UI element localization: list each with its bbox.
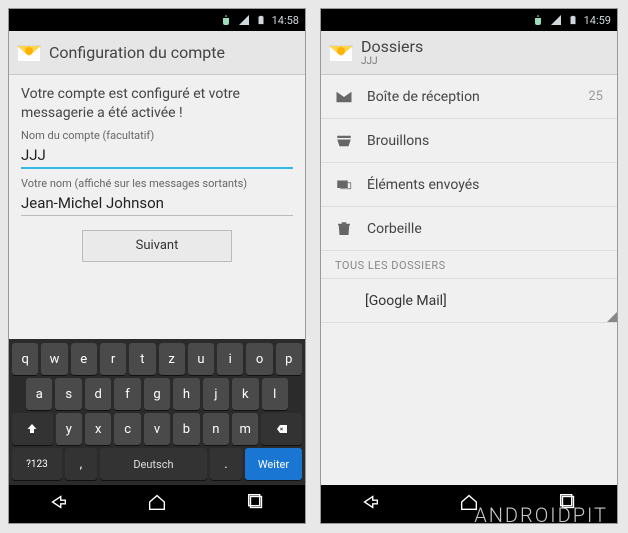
key-j[interactable]: j xyxy=(203,378,229,410)
expand-corner-icon xyxy=(607,312,617,322)
account-name-input[interactable] xyxy=(21,142,293,169)
inbox-count: 25 xyxy=(588,89,603,104)
folder-label: [Google Mail] xyxy=(365,293,447,309)
sent-icon xyxy=(335,176,353,194)
key-r[interactable]: r xyxy=(100,343,126,375)
key-h[interactable]: h xyxy=(173,378,199,410)
keyboard: qwertzuiop asdfghjkl yxcvbnm ?123 , Deut… xyxy=(9,339,305,485)
key-w[interactable]: w xyxy=(41,343,67,375)
key-p[interactable]: p xyxy=(276,343,302,375)
folder-label: Brouillons xyxy=(367,133,429,149)
folder-drafts[interactable]: Brouillons xyxy=(321,119,617,163)
key-x[interactable]: x xyxy=(85,413,111,445)
debug-icon xyxy=(532,14,544,26)
battery-icon xyxy=(568,13,578,27)
home-icon[interactable] xyxy=(146,491,168,517)
key-o[interactable]: o xyxy=(246,343,272,375)
nav-bar xyxy=(9,485,305,523)
key-e[interactable]: e xyxy=(71,343,97,375)
nav-bar xyxy=(321,485,617,523)
key-q[interactable]: q xyxy=(12,343,38,375)
key-c[interactable]: c xyxy=(114,413,140,445)
all-folders-header: TOUS LES DOSSIERS xyxy=(321,251,617,279)
trash-icon xyxy=(335,220,353,238)
status-bar: 14:59 xyxy=(321,9,617,31)
phone-right: 14:59 Dossiers JJJ Boîte de réception 25… xyxy=(320,8,618,524)
key-i[interactable]: i xyxy=(217,343,243,375)
app-bar: Configuration du compte xyxy=(9,31,305,75)
recents-icon[interactable] xyxy=(557,491,579,517)
next-button[interactable]: Suivant xyxy=(82,230,232,262)
app-title: Dossiers xyxy=(361,39,423,55)
app-subtitle: JJJ xyxy=(361,57,423,67)
key-y[interactable]: y xyxy=(56,413,82,445)
success-message: Votre compte est configuré et votre mess… xyxy=(21,85,293,123)
key-f[interactable]: f xyxy=(114,378,140,410)
folder-inbox[interactable]: Boîte de réception 25 xyxy=(321,75,617,119)
recents-icon[interactable] xyxy=(245,491,267,517)
key-k[interactable]: k xyxy=(232,378,258,410)
folder-list: Boîte de réception 25 Brouillons Élément… xyxy=(321,75,617,485)
folder-label: Boîte de réception xyxy=(367,89,480,105)
backspace-key[interactable] xyxy=(261,413,302,445)
signal-icon xyxy=(238,14,250,26)
app-bar: Dossiers JJJ xyxy=(321,31,617,75)
key-d[interactable]: d xyxy=(85,378,111,410)
comma-key[interactable]: , xyxy=(65,448,97,480)
key-z[interactable]: z xyxy=(159,343,185,375)
key-g[interactable]: g xyxy=(144,378,170,410)
shift-key[interactable] xyxy=(12,413,53,445)
key-l[interactable]: l xyxy=(262,378,288,410)
key-a[interactable]: a xyxy=(26,378,52,410)
status-bar: 14:58 xyxy=(9,9,305,31)
clock: 14:58 xyxy=(272,14,299,27)
display-name-input[interactable] xyxy=(21,190,293,216)
app-title: Configuration du compte xyxy=(49,45,225,61)
enter-key[interactable]: Weiter xyxy=(245,448,302,480)
drafts-icon xyxy=(335,132,353,150)
mail-icon xyxy=(329,44,353,62)
folder-trash[interactable]: Corbeille xyxy=(321,207,617,251)
folder-gmail[interactable]: [Google Mail] xyxy=(321,279,617,323)
key-u[interactable]: u xyxy=(188,343,214,375)
signal-icon xyxy=(550,14,562,26)
setup-content: Votre compte est configuré et votre mess… xyxy=(9,75,305,339)
clock: 14:59 xyxy=(584,14,611,27)
folder-label: Éléments envoyés xyxy=(367,177,479,193)
key-n[interactable]: n xyxy=(203,413,229,445)
battery-icon xyxy=(256,13,266,27)
key-m[interactable]: m xyxy=(232,413,258,445)
envelope-icon xyxy=(335,88,353,106)
debug-icon xyxy=(220,14,232,26)
home-icon[interactable] xyxy=(458,491,480,517)
symbols-key[interactable]: ?123 xyxy=(12,448,62,480)
key-v[interactable]: v xyxy=(144,413,170,445)
mail-icon xyxy=(17,44,41,62)
display-name-label: Votre nom (affiché sur les messages sort… xyxy=(21,177,293,190)
space-key[interactable]: Deutsch xyxy=(100,448,207,480)
account-name-label: Nom du compte (facultatif) xyxy=(21,129,293,142)
phone-left: 14:58 Configuration du compte Votre comp… xyxy=(8,8,306,524)
folder-label: Corbeille xyxy=(367,221,422,237)
key-t[interactable]: t xyxy=(129,343,155,375)
back-icon[interactable] xyxy=(359,491,381,517)
key-b[interactable]: b xyxy=(173,413,199,445)
folder-sent[interactable]: Éléments envoyés xyxy=(321,163,617,207)
back-icon[interactable] xyxy=(47,491,69,517)
period-key[interactable]: . xyxy=(210,448,242,480)
key-s[interactable]: s xyxy=(55,378,81,410)
